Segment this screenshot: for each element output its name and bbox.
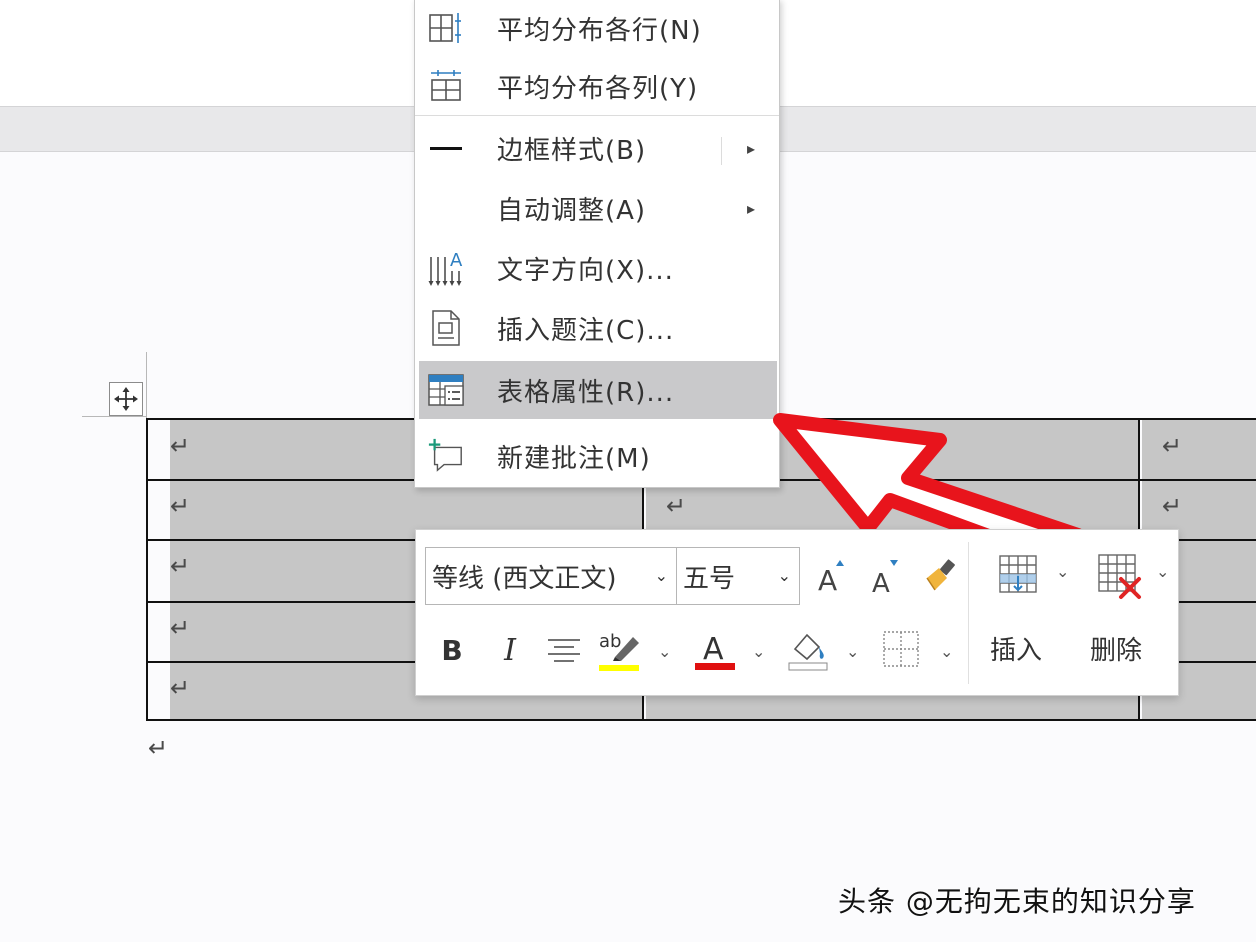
paragraph-mark: ↵ <box>1162 432 1183 460</box>
submenu-arrow-icon[interactable]: ▸ <box>747 139 755 158</box>
paragraph-mark: ↵ <box>1162 492 1183 520</box>
chevron-down-icon[interactable]: ⌄ <box>940 642 953 661</box>
font-size-combo[interactable]: 五号 ⌄ <box>676 547 800 605</box>
chevron-down-icon[interactable]: ⌄ <box>846 642 859 661</box>
toolbar-divider <box>968 542 969 684</box>
menu-label: 新建批注(M) <box>497 443 651 474</box>
delete-table-icon <box>1098 554 1141 599</box>
move-arrows-icon <box>114 387 138 411</box>
shading-button[interactable] <box>786 626 832 672</box>
menu-label: 边框样式(B) <box>497 135 647 166</box>
border-style-icon <box>427 129 465 167</box>
center-align-button[interactable] <box>544 630 584 670</box>
paragraph-mark: ↵ <box>170 674 191 702</box>
submenu-arrow-icon: ▸ <box>746 198 755 218</box>
chevron-down-icon[interactable]: ⌄ <box>655 566 668 585</box>
menu-item-insert-caption[interactable]: 插入题注(C)... <box>415 299 779 357</box>
svg-text:A: A <box>872 569 890 596</box>
borders-button[interactable] <box>880 628 922 670</box>
insert-table-icon <box>999 555 1037 593</box>
grow-font-icon: A <box>818 560 844 596</box>
svg-text:A: A <box>818 564 837 596</box>
svg-text:ab: ab <box>599 631 621 652</box>
delete-table-button[interactable] <box>1094 550 1146 602</box>
paint-bucket-icon <box>788 633 828 671</box>
highlight-button[interactable]: ab <box>596 626 644 672</box>
chevron-down-icon[interactable]: ⌄ <box>658 642 671 661</box>
split-separator <box>721 137 722 165</box>
menu-item-text-direction[interactable]: A 文字方向(X)... <box>415 239 779 297</box>
table-move-handle[interactable] <box>109 382 143 416</box>
menu-item-distribute-rows[interactable]: 平均分布各行(N) <box>415 0 779 57</box>
shrink-font-button[interactable]: A <box>866 554 906 598</box>
svg-text:A: A <box>703 632 724 667</box>
font-size-value: 五号 <box>683 563 736 594</box>
menu-label: 表格属性(R)... <box>497 377 675 408</box>
bold-button[interactable]: B <box>434 628 470 672</box>
menu-item-autofit[interactable]: 自动调整(A) ▸ <box>415 179 779 237</box>
highlight-pen-icon: ab <box>599 631 639 671</box>
table-properties-icon <box>427 371 465 409</box>
paragraph-mark: ↵ <box>170 552 191 580</box>
menu-item-border-style[interactable]: 边框样式(B) ▸ <box>415 119 779 177</box>
menu-label: 平均分布各列(Y) <box>497 73 699 104</box>
menu-label: 平均分布各行(N) <box>497 15 702 46</box>
watermark-text: 头条 @无拘无束的知识分享 <box>838 885 1196 918</box>
font-name-value: 等线 (西文正文) <box>432 563 617 594</box>
new-comment-icon <box>427 437 465 475</box>
table-row-border <box>148 719 1256 721</box>
paragraph-mark: ↵ <box>170 614 191 642</box>
menu-item-table-properties[interactable]: 表格属性(R)... <box>419 361 777 419</box>
distribute-columns-icon <box>427 67 465 105</box>
chevron-down-icon[interactable]: ⌄ <box>1156 562 1169 581</box>
font-name-combo[interactable]: 等线 (西文正文) ⌄ <box>425 547 677 605</box>
shrink-font-icon: A <box>872 560 898 596</box>
insert-label: 插入 <box>990 636 1043 666</box>
format-painter-icon <box>926 559 955 591</box>
menu-item-new-comment[interactable]: 新建批注(M) <box>415 427 779 485</box>
menu-item-distribute-columns[interactable]: 平均分布各列(Y) <box>415 57 779 115</box>
context-menu[interactable]: 平均分布各行(N) 平均分布各列(Y) 边框样式(B) ▸ 自动调整(A) ▸ … <box>414 0 780 488</box>
font-color-icon: A <box>695 632 735 670</box>
menu-label: 插入题注(C)... <box>497 315 675 346</box>
menu-label: 文字方向(X)... <box>497 255 674 286</box>
italic-button[interactable]: I <box>492 628 528 672</box>
paragraph-mark: ↵ <box>666 492 687 520</box>
borders-icon <box>883 631 919 667</box>
chevron-down-icon[interactable]: ⌄ <box>752 642 765 661</box>
menu-label: 自动调整(A) <box>497 195 647 226</box>
paragraph-mark: ↵ <box>170 432 191 460</box>
insert-table-button[interactable] <box>994 550 1042 598</box>
crop-mark-vertical <box>146 352 147 418</box>
distribute-rows-icon <box>427 9 465 47</box>
font-color-button[interactable]: A <box>692 626 738 672</box>
mini-toolbar[interactable]: 等线 (西文正文) ⌄ 五号 ⌄ A A ⌄ 插入 ⌄ 删除 B I ab ⌄ … <box>415 529 1179 696</box>
grow-font-button[interactable]: A <box>812 554 852 598</box>
center-align-icon <box>548 639 580 662</box>
text-direction-icon: A <box>427 249 465 287</box>
svg-text:A: A <box>450 250 463 271</box>
paragraph-mark: ↵ <box>170 492 191 520</box>
chevron-down-icon[interactable]: ⌄ <box>778 566 791 585</box>
crop-mark-horizontal <box>82 416 146 417</box>
delete-label: 删除 <box>1090 636 1143 666</box>
paragraph-mark: ↵ <box>148 734 169 762</box>
chevron-down-icon[interactable]: ⌄ <box>1056 562 1069 581</box>
insert-caption-icon <box>427 309 465 347</box>
menu-separator <box>415 115 779 116</box>
format-painter-button[interactable] <box>920 554 960 598</box>
